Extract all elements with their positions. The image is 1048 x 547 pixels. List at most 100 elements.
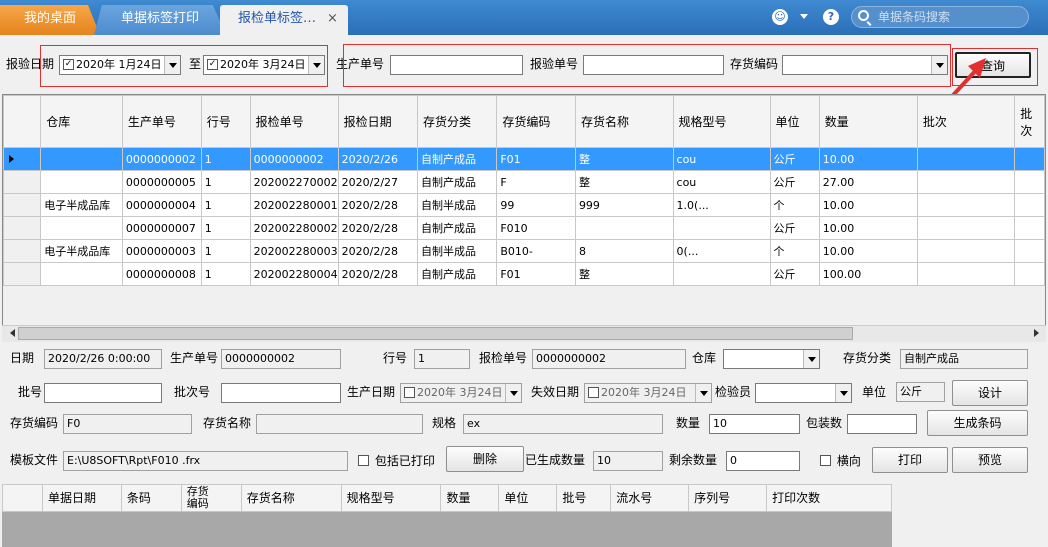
- table-cell[interactable]: 公斤: [769, 170, 820, 194]
- col-header[interactable]: 单位: [769, 95, 820, 148]
- col-header[interactable]: 条码: [120, 484, 182, 512]
- col-header[interactable]: 数量: [818, 95, 918, 148]
- table-cell[interactable]: [916, 170, 1016, 194]
- row-header[interactable]: [3, 170, 42, 194]
- landscape-checkbox[interactable]: [820, 455, 831, 466]
- detail-line-field[interactable]: 1: [414, 349, 470, 369]
- col-header[interactable]: 仓库: [40, 95, 123, 148]
- table-row[interactable]: 0000000008 1 202002280004 2020/2/28 自制产成品 F01…: [3, 262, 1045, 286]
- col-header[interactable]: 存货名称: [574, 95, 674, 148]
- detail-spec-field[interactable]: ex: [463, 414, 663, 434]
- table-row[interactable]: 0000000007 1 202002280002 2020/2/28 自制产成品 F01…: [3, 216, 1045, 240]
- table-cell[interactable]: 1: [200, 170, 251, 194]
- table-cell[interactable]: F: [496, 170, 576, 194]
- table-row[interactable]: 0000000002 1 0000000002 2020/2/26 自制产成品 F01 整 c…: [3, 147, 1045, 171]
- delete-button[interactable]: 删除: [446, 446, 524, 472]
- col-header[interactable]: 单据日期: [41, 484, 122, 512]
- table-cell[interactable]: [1014, 147, 1045, 171]
- table-cell[interactable]: 0000000008: [121, 262, 202, 286]
- table-cell[interactable]: 1: [200, 262, 251, 286]
- table-cell[interactable]: 0(...: [672, 239, 771, 263]
- detail-inv-code-field[interactable]: F0: [63, 414, 192, 434]
- detail-qty-field[interactable]: 10: [709, 414, 800, 434]
- table-cell[interactable]: [40, 170, 123, 194]
- table-cell[interactable]: [40, 147, 123, 171]
- scrollbar-thumb[interactable]: [18, 327, 853, 340]
- col-header[interactable]: 行号: [200, 95, 251, 148]
- detail-mfg-date-picker[interactable]: 2020年 3月24日: [400, 383, 522, 403]
- table-cell[interactable]: [40, 216, 123, 240]
- table-cell[interactable]: 自制产成品: [416, 170, 498, 194]
- table-cell[interactable]: 公斤: [769, 216, 820, 240]
- col-header[interactable]: 单位: [498, 484, 558, 512]
- detail-exp-date-picker[interactable]: 2020年 3月24日: [584, 383, 712, 403]
- smiley-icon[interactable]: ☺: [772, 9, 788, 25]
- detail-inv-name-field[interactable]: [256, 414, 423, 434]
- table-cell[interactable]: 自制产成品: [416, 262, 498, 286]
- col-header[interactable]: 存货 编码: [180, 484, 242, 512]
- detail-category-field[interactable]: 自制产成品: [900, 349, 1028, 369]
- table-cell[interactable]: 0000000002: [121, 147, 202, 171]
- inspection-grid[interactable]: 仓库 生产单号 行号 报检单号 报检日期 存货分类 存货编码 存货名称 规格型号…: [2, 94, 1046, 342]
- table-cell[interactable]: [672, 216, 771, 240]
- table-cell[interactable]: [1014, 262, 1045, 286]
- generated-qty-field[interactable]: 10: [593, 451, 663, 471]
- detail-batch-field[interactable]: [44, 383, 162, 403]
- table-cell[interactable]: cou: [672, 147, 771, 171]
- table-cell[interactable]: 个: [769, 239, 820, 263]
- table-cell[interactable]: 自制半成品: [416, 193, 498, 217]
- table-cell[interactable]: 1: [200, 216, 251, 240]
- table-cell[interactable]: 0000000007: [121, 216, 202, 240]
- table-cell[interactable]: 1: [200, 193, 251, 217]
- chevron-down-icon[interactable]: [835, 384, 851, 402]
- col-header[interactable]: 报检单号: [249, 95, 339, 148]
- design-button[interactable]: 设计: [952, 380, 1028, 406]
- table-cell[interactable]: 整: [574, 147, 674, 171]
- row-header[interactable]: [3, 147, 42, 171]
- table-cell[interactable]: 0000000003: [121, 239, 202, 263]
- table-cell[interactable]: [1014, 239, 1045, 263]
- table-cell[interactable]: 公斤: [769, 147, 820, 171]
- table-cell[interactable]: [1014, 216, 1045, 240]
- table-cell[interactable]: 1: [200, 239, 251, 263]
- table-cell[interactable]: [1014, 170, 1045, 194]
- table-cell[interactable]: [916, 193, 1016, 217]
- table-cell[interactable]: 202002280002: [249, 216, 339, 240]
- tab-my-desktop[interactable]: 我的桌面: [0, 5, 100, 35]
- landscape-option[interactable]: 横向: [820, 451, 861, 471]
- preview-button[interactable]: 预览: [952, 447, 1028, 473]
- table-cell[interactable]: [672, 262, 771, 286]
- table-cell[interactable]: 2020/2/28: [337, 239, 419, 263]
- col-header[interactable]: 规格型号: [340, 484, 442, 512]
- col-header[interactable]: 生产单号: [121, 95, 202, 148]
- table-cell[interactable]: 整: [574, 170, 674, 194]
- table-cell[interactable]: 电子半成品库: [40, 239, 123, 263]
- row-header[interactable]: [3, 193, 42, 217]
- table-cell[interactable]: B010-: [496, 239, 576, 263]
- table-cell[interactable]: 0000000005: [121, 170, 202, 194]
- table-cell[interactable]: [574, 216, 674, 240]
- col-header[interactable]: 打印次数: [766, 484, 892, 512]
- table-cell[interactable]: F010: [496, 216, 576, 240]
- col-header[interactable]: 存货名称: [240, 484, 342, 512]
- table-cell[interactable]: 27.00: [818, 170, 918, 194]
- tab-inspection-label[interactable]: 报检单标签… ×: [220, 5, 348, 35]
- col-header[interactable]: 批号: [556, 484, 612, 512]
- col-header[interactable]: 数量: [440, 484, 500, 512]
- chevron-down-icon[interactable]: [505, 384, 521, 402]
- table-cell[interactable]: [1014, 193, 1045, 217]
- tab-label-print[interactable]: 单据标签打印: [94, 5, 226, 35]
- detail-inspect-no-field[interactable]: 0000000002: [532, 349, 686, 369]
- table-row[interactable]: 0000000005 1 202002270002 2020/2/27 自制产成品 F 整 c…: [3, 170, 1045, 194]
- barcode-search-input[interactable]: 单据条码搜索: [851, 6, 1029, 28]
- col-header[interactable]: 批次: [1014, 95, 1045, 148]
- row-header[interactable]: [3, 239, 42, 263]
- row-header[interactable]: [3, 216, 42, 240]
- detail-warehouse-select[interactable]: [723, 349, 820, 369]
- chevron-down-icon[interactable]: [695, 384, 711, 402]
- mfg-date-checkbox[interactable]: [404, 386, 415, 398]
- scroll-left-icon[interactable]: [6, 329, 15, 337]
- table-cell[interactable]: 202002280001: [249, 193, 339, 217]
- table-cell[interactable]: 2020/2/27: [337, 170, 419, 194]
- table-cell[interactable]: 8: [574, 239, 674, 263]
